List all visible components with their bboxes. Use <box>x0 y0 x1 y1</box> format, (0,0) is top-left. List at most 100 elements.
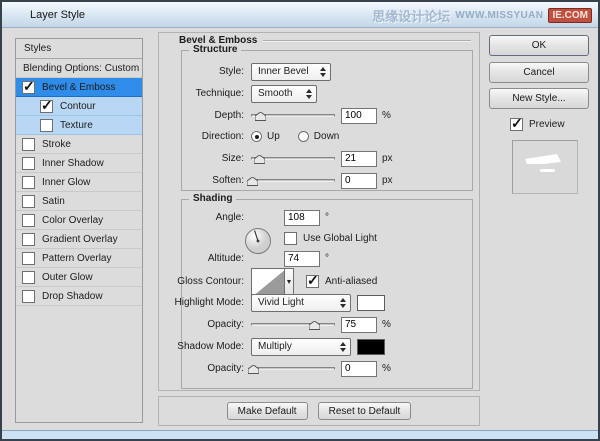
window-bottom-frame <box>2 430 598 439</box>
sidebar-item-blending-options[interactable]: Blending Options: Custom <box>16 59 142 78</box>
sidebar-item-stroke[interactable]: Stroke <box>16 135 142 154</box>
shadow-opacity-label: Opacity: <box>207 363 244 374</box>
gloss-contour-label: Gloss Contour: <box>177 276 244 287</box>
sidebar-item-pattern-overlay[interactable]: Pattern Overlay <box>16 249 142 268</box>
window-title: Layer Style <box>30 9 86 21</box>
depth-slider[interactable] <box>251 112 335 121</box>
soften-input[interactable] <box>341 172 377 189</box>
altitude-label: Altitude: <box>207 253 244 264</box>
use-global-light-label: Use Global Light <box>303 233 377 244</box>
altitude-input[interactable] <box>284 250 320 267</box>
watermark-url-text: WWW.MISSYUAN <box>455 10 544 21</box>
slider-thumb[interactable] <box>308 321 320 330</box>
technique-select[interactable]: Smooth <box>251 84 317 103</box>
shadow-color-swatch[interactable] <box>357 338 385 355</box>
ok-button[interactable]: OK <box>489 35 589 56</box>
sidebar-item-texture[interactable]: Texture <box>16 116 142 135</box>
sidebar-item-outer-glow[interactable]: Outer Glow <box>16 268 142 287</box>
styles-sidebar: Styles Blending Options: Custom Bevel & … <box>15 38 143 423</box>
watermark-forum-text: 思缘设计论坛 <box>372 9 451 24</box>
sidebar-item-satin[interactable]: Satin <box>16 192 142 211</box>
styles-header: Styles <box>16 39 142 59</box>
highlight-opacity-slider[interactable] <box>251 321 335 330</box>
sidebar-item-contour[interactable]: Contour <box>16 97 142 116</box>
shadow-opacity-input[interactable] <box>341 360 377 377</box>
size-slider[interactable] <box>251 155 335 164</box>
watermark-badge: IE.COM <box>548 8 592 23</box>
titlebar[interactable]: Layer Style 思缘设计论坛 WWW.MISSYUAN IE.COM <box>2 2 598 28</box>
checkbox[interactable] <box>22 251 35 265</box>
direction-up-label: Up <box>267 131 280 142</box>
gloss-contour-picker[interactable] <box>251 267 294 296</box>
antialiased-checkbox[interactable] <box>306 272 319 289</box>
divider <box>263 39 471 42</box>
direction-up-radio[interactable] <box>251 131 262 142</box>
size-label: Size: <box>221 153 244 164</box>
chevron-updown-icon <box>340 298 346 308</box>
chevron-updown-icon <box>320 67 326 77</box>
slider-thumb[interactable] <box>247 365 259 374</box>
shadow-mode-label: Shadow Mode: <box>177 341 244 352</box>
style-label: Style: <box>218 66 244 77</box>
size-unit: px <box>382 153 393 164</box>
highlight-color-swatch[interactable] <box>357 294 385 311</box>
altitude-unit: ° <box>325 253 329 264</box>
angle-dial[interactable] <box>244 227 272 255</box>
preview-thumbnail <box>512 140 578 194</box>
gloss-contour-thumbnail[interactable] <box>251 267 285 296</box>
highlight-mode-label: Highlight Mode: <box>174 297 244 308</box>
shadow-opacity-slider[interactable] <box>247 365 335 374</box>
slider-thumb[interactable] <box>254 155 266 164</box>
depth-label: Depth: <box>214 110 244 121</box>
highlight-mode-select[interactable]: Vivid Light <box>251 293 351 312</box>
shadow-mode-select[interactable]: Multiply <box>251 337 351 356</box>
make-default-button[interactable]: Make Default <box>226 402 308 420</box>
reset-to-default-button[interactable]: Reset to Default <box>317 402 412 420</box>
chevron-down-icon[interactable] <box>285 267 294 296</box>
checkbox[interactable] <box>40 118 53 132</box>
bevel-emboss-panel: Bevel & Emboss Structure Style: Inner Be… <box>158 32 480 391</box>
checkbox[interactable] <box>22 289 35 303</box>
sidebar-item-drop-shadow[interactable]: Drop Shadow <box>16 287 142 306</box>
sidebar-item-bevel-emboss[interactable]: Bevel & Emboss <box>16 78 142 97</box>
preview-label: Preview <box>529 119 565 130</box>
shading-group: Shading Angle: ° Use Global Light <box>175 193 473 389</box>
soften-slider[interactable] <box>247 177 335 186</box>
slider-thumb[interactable] <box>247 177 258 186</box>
angle-input[interactable] <box>284 209 320 226</box>
checkbox[interactable] <box>22 232 35 246</box>
checkbox[interactable] <box>22 270 35 284</box>
sidebar-item-inner-shadow[interactable]: Inner Shadow <box>16 154 142 173</box>
cancel-button[interactable]: Cancel <box>489 62 589 83</box>
preview-checkbox[interactable] <box>510 115 523 132</box>
soften-label: Soften: <box>212 175 244 186</box>
chevron-updown-icon <box>340 342 346 352</box>
slider-thumb[interactable] <box>255 112 267 121</box>
style-select[interactable]: Inner Bevel <box>251 62 331 81</box>
checkbox[interactable] <box>22 137 35 151</box>
direction-down-label: Down <box>313 131 340 142</box>
checkbox[interactable] <box>22 194 35 208</box>
sidebar-item-inner-glow[interactable]: Inner Glow <box>16 173 142 192</box>
checkbox[interactable] <box>22 78 35 95</box>
checkbox[interactable] <box>22 213 35 227</box>
checkbox[interactable] <box>22 156 35 170</box>
highlight-opacity-input[interactable] <box>341 316 377 333</box>
angle-unit: ° <box>325 212 329 223</box>
new-style-button[interactable]: New Style... <box>489 88 589 109</box>
checkbox[interactable] <box>22 175 35 189</box>
highlight-opacity-label: Opacity: <box>207 319 244 330</box>
structure-legend: Structure <box>189 44 242 55</box>
size-input[interactable] <box>341 150 377 167</box>
direction-down-radio[interactable] <box>297 131 309 142</box>
depth-input[interactable] <box>341 107 377 124</box>
technique-label: Technique: <box>195 88 244 99</box>
defaults-panel: Make Default Reset to Default <box>158 396 480 426</box>
sidebar-item-color-overlay[interactable]: Color Overlay <box>16 211 142 230</box>
structure-group: Structure Style: Inner Bevel Technique: … <box>181 44 473 191</box>
use-global-light-checkbox[interactable] <box>284 232 297 245</box>
highlight-opacity-unit: % <box>382 319 391 330</box>
angle-label: Angle: <box>215 212 244 223</box>
checkbox[interactable] <box>40 97 53 114</box>
sidebar-item-gradient-overlay[interactable]: Gradient Overlay <box>16 230 142 249</box>
